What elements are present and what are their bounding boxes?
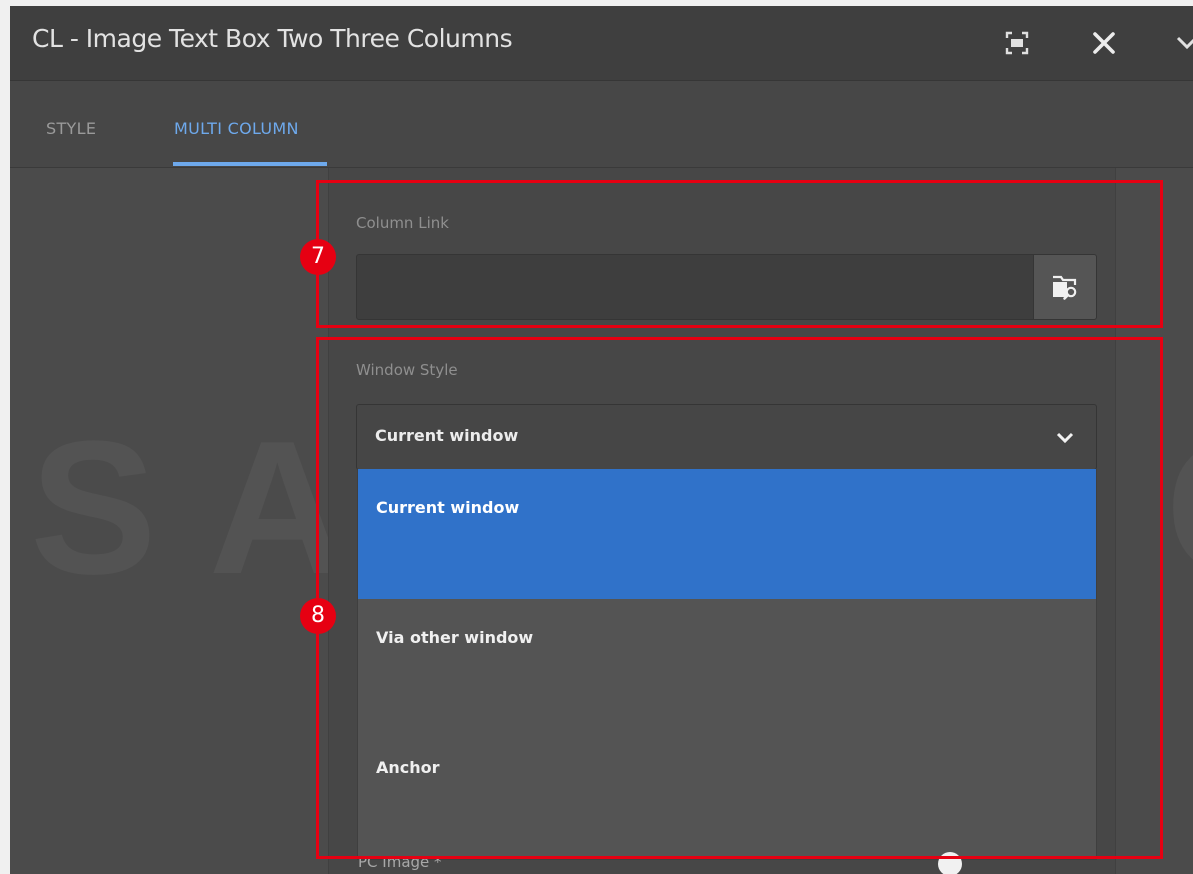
annotation-badge-8: 8 [300,598,336,634]
dialog: CL - Image Text Box Two Three Columns ST… [10,6,1193,874]
close-icon[interactable] [1089,28,1119,58]
tab-style[interactable]: STYLE [46,119,96,138]
dialog-titlebar: CL - Image Text Box Two Three Columns [10,6,1193,81]
tab-multi-column[interactable]: MULTI COLUMN [174,119,299,138]
fullscreen-icon[interactable] [1002,28,1032,58]
annotation-box-8 [316,337,1163,859]
annotation-badge-7: 7 [300,239,336,275]
dialog-title: CL - Image Text Box Two Three Columns [32,24,513,53]
dialog-content: SAMSUNG Column Link Window Style Current… [10,168,1193,874]
annotation-box-7 [316,180,1163,328]
tab-bar: STYLE MULTI COLUMN [10,81,1193,168]
chevron-down-icon[interactable] [1174,28,1193,58]
active-tab-indicator [173,162,327,166]
